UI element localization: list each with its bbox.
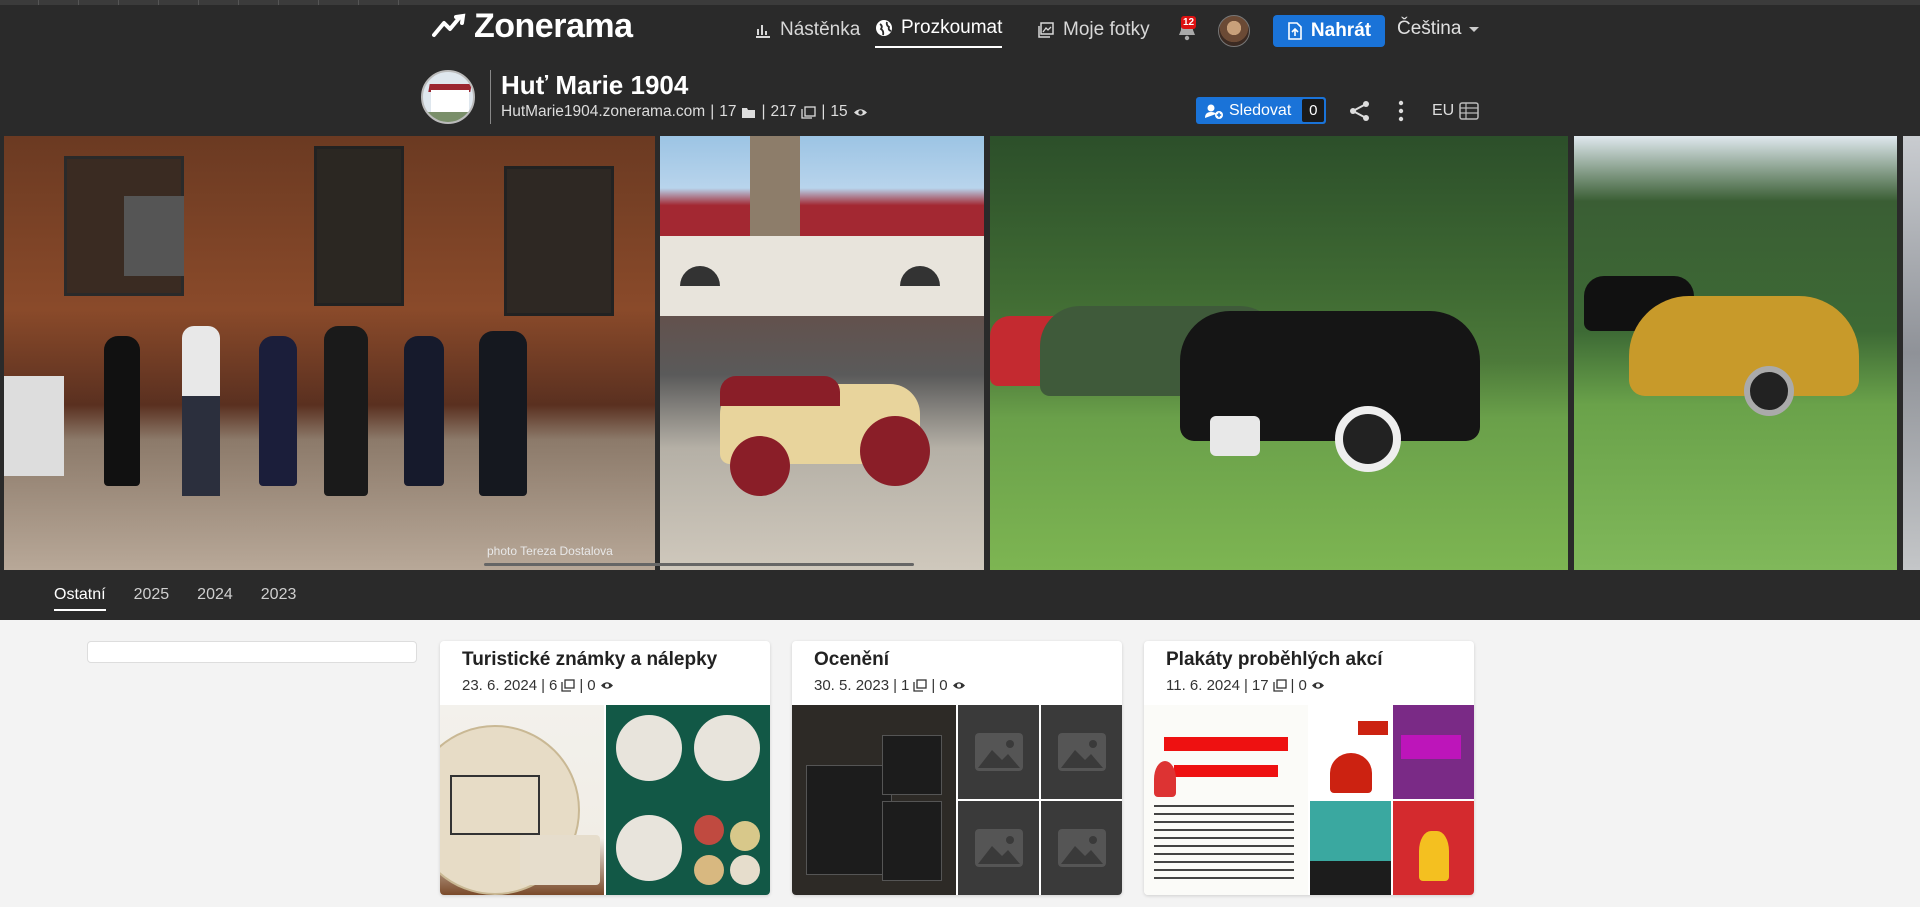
follow-label: Sledovat [1229,101,1292,119]
profile-avatar[interactable] [421,70,475,124]
image-placeholder-icon [1041,705,1122,799]
profile-name[interactable]: Huť Marie 1904 [501,70,688,101]
photo-strip-scrollbar[interactable] [484,563,914,566]
profile-stats: HutMarie1904.zonerama.com | 17 | 217 | 1… [501,103,868,121]
image-placeholder-icon [958,801,1039,895]
album-photo-count: 17 [1251,677,1269,694]
album-date: 30. 5. 2023 [814,677,890,694]
photo-car-meet[interactable] [990,136,1568,570]
thumbnail[interactable] [440,705,604,895]
album-photo-count: 1 [900,677,910,694]
logo-icon [432,13,466,37]
album-card[interactable]: Ocenění 30. 5. 2023 | 1 | 0 [792,641,1122,895]
upload-icon [1288,22,1302,40]
photos-count: 217 [770,103,797,120]
nav-my-photos-label: Moje fotky [1063,19,1150,40]
photos-icon [801,105,817,119]
album-meta: 11. 6. 2024 | 17 | 0 [1166,677,1325,694]
logo-text: Zonerama [474,6,633,45]
image-placeholder-icon [958,705,1039,799]
thumbnail[interactable] [792,705,956,895]
tab-2024[interactable]: 2024 [197,586,233,611]
stats-separator: | [761,103,766,120]
eye-icon [600,682,613,689]
stats-separator: | [710,103,715,120]
image-placeholder-icon [1041,801,1122,895]
photo-strip[interactable]: photo Tereza Dostalova [0,136,1920,570]
year-tabs: Ostatní 2025 2024 2023 [54,586,296,611]
album-photo-count: 6 [548,677,558,694]
album-meta: 30. 5. 2023 | 1 | 0 [814,677,966,694]
add-user-icon [1205,104,1223,119]
photo-ceremony[interactable]: photo Tereza Dostalova [4,136,655,570]
followers-count: 0 [1302,99,1325,122]
album-thumbnails[interactable] [440,705,770,895]
profile-domain[interactable]: HutMarie1904.zonerama.com [501,103,705,121]
album-date: 23. 6. 2024 [462,677,538,694]
album-title[interactable]: Turistické známky a nálepky [462,649,717,671]
filter-input[interactable] [87,641,417,663]
album-date: 11. 6. 2024 [1166,677,1240,694]
share-icon[interactable] [1348,100,1372,122]
album-title[interactable]: Plakáty proběhlých akcí [1166,649,1383,671]
eye-icon [853,108,867,116]
album-views: 0 [939,677,948,694]
follow-button[interactable]: Sledovat 0 [1196,97,1327,124]
album-card[interactable]: Turistické známky a nálepky 23. 6. 2024 … [440,641,770,895]
region-indicator[interactable]: EU [1432,101,1479,121]
album-card[interactable]: Plakáty proběhlých akcí 11. 6. 2024 | 17… [1144,641,1474,895]
thumbnail[interactable] [1310,801,1391,895]
chart-icon [756,25,770,38]
nav-explore-label: Prozkoumat [901,17,1003,38]
upload-button[interactable]: Nahrát [1273,15,1385,47]
nav-explore[interactable]: Prozkoumat [875,12,1003,48]
browser-top-strip [0,0,1920,5]
nav-dashboard-label: Nástěnka [780,19,861,40]
photo-vintage-car[interactable] [660,136,984,570]
globe-icon [876,20,892,36]
region-label: EU [1432,102,1455,119]
photo-corvette[interactable] [1574,136,1897,570]
tab-ostatni[interactable]: Ostatní [54,586,106,611]
album-title[interactable]: Ocenění [814,649,889,671]
more-options-icon[interactable] [1397,100,1405,122]
upload-label: Nahrát [1310,20,1372,41]
photos-icon [913,679,927,692]
folder-icon [742,107,756,118]
views-count: 15 [830,103,848,120]
tab-2023[interactable]: 2023 [261,586,297,611]
photos-icon [1272,679,1287,692]
nav-dashboard[interactable]: Nástěnka [754,12,860,48]
thumbnail[interactable] [1393,705,1474,799]
albums-count: 17 [719,103,737,120]
chevron-down-icon [1469,26,1480,32]
nav-my-photos[interactable]: Moje fotky [1037,12,1150,48]
user-avatar[interactable] [1218,15,1250,47]
thumbnail[interactable] [1144,705,1308,895]
album-views: 0 [1298,677,1307,694]
language-select[interactable]: Čeština [1397,18,1480,40]
tab-2025[interactable]: 2025 [134,586,170,611]
album-meta: 23. 6. 2024 | 6 | 0 [462,677,614,694]
stats-separator: | [821,103,826,120]
photos-icon [561,679,575,692]
notification-badge: 12 [1181,16,1197,29]
album-thumbnails[interactable] [792,705,1122,895]
language-label: Čeština [1397,18,1462,39]
album-thumbnails[interactable] [1144,705,1474,895]
eye-icon [952,682,965,689]
photo-credit: photo Tereza Dostalova [487,544,613,558]
thumbnail[interactable] [1310,705,1391,799]
server-icon [1459,102,1479,120]
thumbnail[interactable] [1393,801,1474,895]
photo-partial[interactable] [1903,136,1920,570]
eye-icon [1311,682,1324,689]
thumbnail[interactable] [606,705,770,895]
profile-divider [490,70,491,124]
photos-icon [1038,22,1054,38]
album-views: 0 [587,677,596,694]
zonerama-logo[interactable]: Zonerama [432,6,633,46]
